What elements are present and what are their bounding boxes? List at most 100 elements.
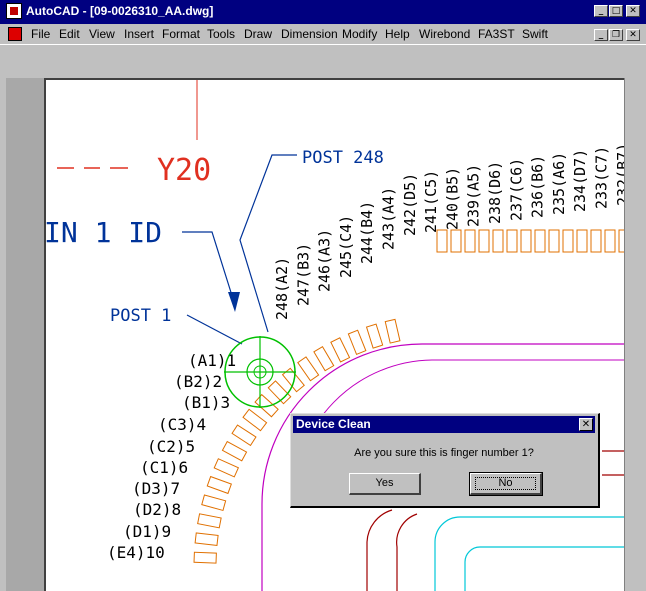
bond-finger	[193, 551, 217, 564]
top-finger-label: 240(B5)	[443, 167, 461, 230]
autocad-app-icon[interactable]	[6, 3, 22, 19]
bond-finger	[365, 323, 384, 349]
bond-finger	[520, 229, 532, 253]
left-finger-label: (D3)7	[132, 479, 180, 498]
post-248-label: POST 248	[302, 148, 384, 168]
bond-finger	[506, 229, 518, 253]
document-icon[interactable]	[8, 27, 22, 41]
doc-restore-icon[interactable]: ❐	[609, 29, 623, 41]
dialog-message: Are you sure this is finger number 1?	[354, 447, 534, 459]
pin-1-id-label: IN 1 ID	[46, 216, 162, 249]
top-finger-label: 245(C4)	[337, 215, 355, 278]
bond-finger	[197, 513, 222, 529]
top-finger-label: 237(C6)	[507, 158, 525, 221]
right-scrollbar[interactable]	[624, 78, 646, 591]
menu-edit[interactable]: Edit	[59, 27, 80, 41]
top-finger-label: 236(B6)	[529, 155, 547, 218]
bond-finger	[618, 229, 624, 253]
menu-tools[interactable]: Tools	[207, 27, 235, 41]
bond-finger	[534, 229, 546, 253]
bond-finger	[604, 229, 616, 253]
bond-finger	[548, 229, 560, 253]
menu-modify[interactable]: Modify	[342, 27, 377, 41]
drawing-canvas[interactable]: Y20 POST 248 IN 1 ID POST 1 (A1)1 (B2)2 (B…	[44, 78, 624, 591]
bond-finger	[297, 356, 320, 382]
yes-button[interactable]: Yes	[349, 473, 421, 495]
bond-fingers	[193, 229, 624, 564]
bond-finger	[313, 346, 335, 372]
menu-view[interactable]: View	[89, 27, 115, 41]
pin-1-arrowhead	[228, 292, 240, 312]
die-arc-2	[396, 513, 418, 591]
post-1-label: POST 1	[110, 306, 171, 326]
doc-minimize-icon[interactable]: _	[594, 29, 608, 41]
top-finger-label: 244(B4)	[358, 201, 376, 264]
top-finger-label: 235(A6)	[550, 152, 568, 215]
dialog-title: Device Clean	[293, 416, 595, 433]
no-button[interactable]: No	[469, 472, 543, 496]
doc-close-icon[interactable]: ✕	[626, 29, 640, 41]
bond-finger	[194, 532, 219, 546]
bond-finger	[384, 318, 401, 344]
menu-format[interactable]: Format	[162, 27, 200, 41]
menu-file[interactable]: File	[31, 27, 50, 41]
menu-wirebond[interactable]: Wirebond	[419, 27, 470, 41]
pin-1-marker[interactable]	[224, 336, 296, 408]
menu-dimension[interactable]: Dimension	[281, 27, 338, 41]
bond-finger	[590, 229, 602, 253]
bond-finger	[576, 229, 588, 253]
bond-finger	[221, 440, 248, 462]
left-toolbar	[6, 78, 45, 591]
menu-swift[interactable]: Swift	[522, 27, 548, 41]
maximize-icon[interactable]: □	[609, 5, 623, 17]
menu-fa3st[interactable]: FA3ST	[478, 27, 515, 41]
top-finger-label: 248(A2)	[273, 257, 291, 320]
bond-finger	[206, 475, 232, 495]
top-finger-label: 238(D6)	[486, 161, 504, 224]
left-finger-label: (B1)3	[182, 393, 230, 412]
bond-finger	[478, 229, 490, 253]
left-finger-label: (B2)2	[174, 372, 222, 391]
bond-finger	[492, 229, 504, 253]
top-finger-label: 247(B3)	[294, 243, 312, 306]
menu-help[interactable]: Help	[385, 27, 410, 41]
top-finger-label: 242(D5)	[401, 173, 419, 236]
top-finger-label: 246(A3)	[316, 229, 334, 292]
close-icon[interactable]: ✕	[626, 5, 640, 17]
yes-button-label: Yes	[375, 477, 394, 489]
pin-1-leader	[182, 231, 235, 303]
menu-draw[interactable]: Draw	[244, 27, 272, 41]
bond-finger	[330, 337, 351, 363]
post-1-leader	[186, 314, 243, 345]
top-finger-label: 241(C5)	[422, 170, 440, 233]
device-clean-dialog: Device Clean ✕ Are you sure this is fing…	[290, 413, 600, 508]
left-finger-label: (C1)6	[140, 458, 188, 477]
die-edge-inner	[464, 546, 624, 591]
left-finger-label: (A1)1	[188, 351, 236, 370]
top-finger-label: 234(D7)	[571, 149, 589, 212]
top-finger-label: 243(A4)	[380, 187, 398, 250]
window-title: AutoCAD - [09-0026310_AA.dwg]	[26, 4, 214, 18]
cad-drawing: Y20 POST 248 IN 1 ID POST 1 (A1)1 (B2)2 (B…	[46, 80, 624, 591]
dialog-close-icon[interactable]: ✕	[579, 418, 593, 431]
bond-finger	[450, 229, 462, 253]
left-finger-labels: (A1)1 (B2)2 (B1)3 (C3)4 (C2)5 (C1)6 (D3)7 (D2)8…	[107, 351, 236, 562]
menu-insert[interactable]: Insert	[124, 27, 154, 41]
toolbar-area	[0, 44, 646, 79]
top-finger-label: 233(C7)	[593, 146, 611, 209]
left-finger-label: (D1)9	[123, 522, 171, 541]
bond-finger	[464, 229, 476, 253]
minimize-icon[interactable]: _	[594, 5, 608, 17]
bond-finger	[562, 229, 574, 253]
top-finger-labels: 248(A2) 247(B3) 246(A3) 245(C4) 244(B4) 243(A…	[273, 143, 624, 320]
bond-finger	[213, 458, 240, 478]
bond-finger	[347, 329, 367, 356]
bond-finger	[242, 408, 268, 432]
top-finger-label: 232(B7)	[614, 143, 624, 206]
left-finger-label: (D2)8	[133, 500, 181, 519]
top-finger-label: 239(A5)	[465, 164, 483, 227]
die-edge-outer	[434, 516, 624, 591]
die-arc-1	[366, 509, 393, 591]
left-finger-label: (E4)10	[107, 543, 165, 562]
bond-finger	[231, 424, 257, 447]
